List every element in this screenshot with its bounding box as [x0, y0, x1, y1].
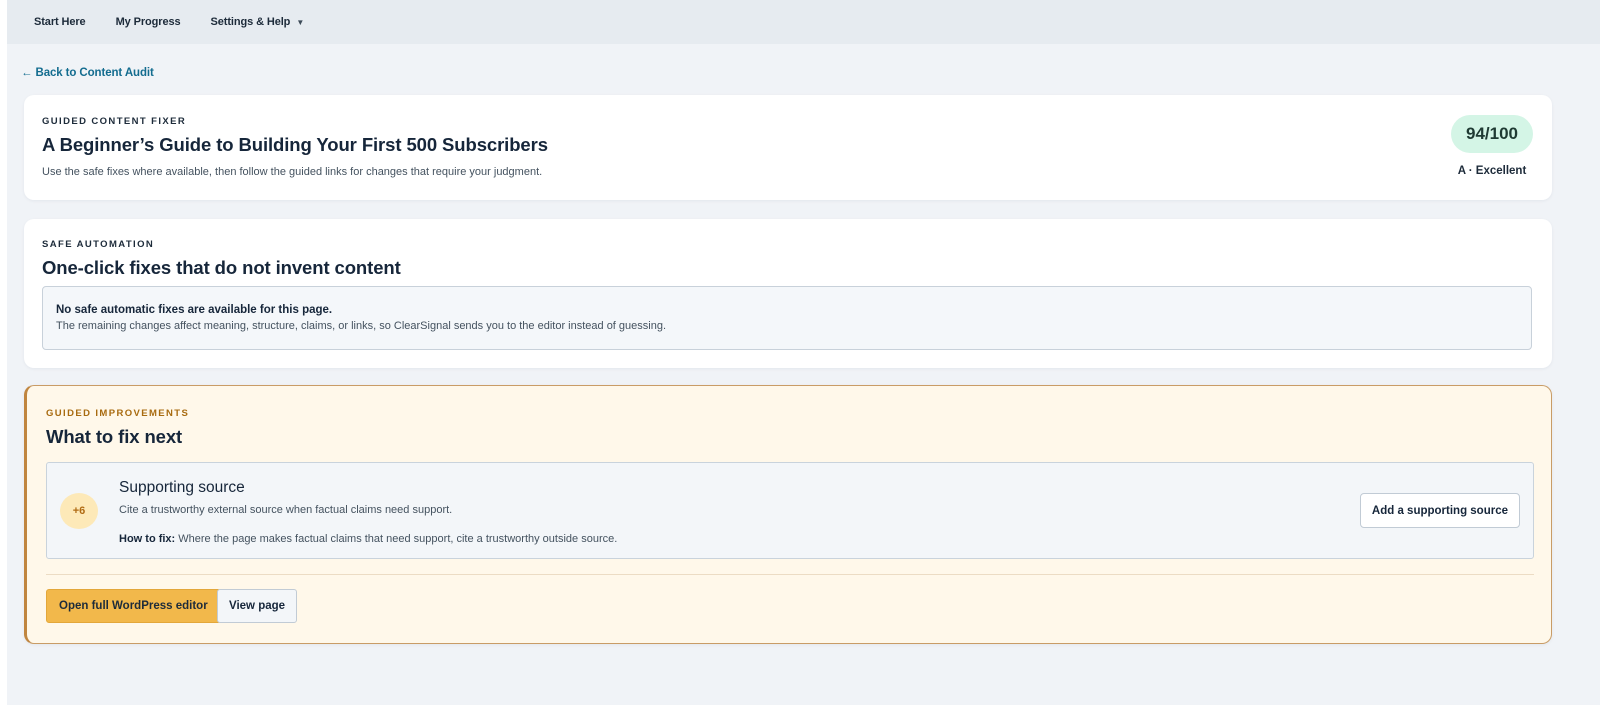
issue-supporting-source: +6 Supporting source Cite a trustworthy … — [46, 462, 1534, 559]
top-navigation: Start Here My Progress Settings & Help ▼ — [7, 0, 1600, 44]
notice-title: No safe automatic fixes are available fo… — [56, 304, 333, 316]
safe-automation-card: SAFE AUTOMATION One-click fixes that do … — [24, 219, 1552, 368]
issue-description: Cite a trustworthy external source when … — [119, 504, 453, 516]
nav-settings-help[interactable]: Settings & Help ▼ — [211, 16, 305, 28]
automation-eyebrow: SAFE AUTOMATION — [42, 239, 155, 250]
automation-title: One-click fixes that do not invent conte… — [42, 257, 401, 278]
nav-my-progress-label: My Progress — [115, 16, 181, 28]
notice-body: The remaining changes affect meaning, st… — [56, 320, 667, 332]
fixer-description: Use the safe fixes where available, then… — [42, 166, 543, 178]
grade-label: A · Excellent — [1457, 165, 1527, 177]
content-fixer-header-card: GUIDED CONTENT FIXER A Beginner’s Guide … — [24, 95, 1552, 200]
points-badge: +6 — [60, 493, 98, 529]
how-to-fix: How to fix: Where the page makes factual… — [119, 533, 617, 545]
open-wordpress-editor-button[interactable]: Open full WordPress editor — [46, 589, 221, 623]
improvements-title: What to fix next — [46, 426, 183, 447]
nav-settings-help-label: Settings & Help — [210, 16, 291, 28]
score-badge: 94/100 — [1451, 115, 1533, 153]
nav-start-here[interactable]: Start Here — [34, 16, 86, 28]
nav-my-progress[interactable]: My Progress — [116, 16, 181, 28]
left-edge — [0, 0, 7, 705]
how-to-fix-text: Where the page makes factual claims that… — [175, 533, 618, 545]
view-page-button[interactable]: View page — [217, 589, 298, 623]
add-supporting-source-button[interactable]: Add a supporting source — [1359, 493, 1520, 528]
issue-title: Supporting source — [119, 479, 245, 496]
no-fixes-notice: No safe automatic fixes are available fo… — [42, 286, 1532, 350]
back-to-content-audit-link[interactable]: ← Back to Content Audit — [21, 67, 154, 79]
chevron-down-icon: ▼ — [296, 17, 305, 27]
improvements-eyebrow: GUIDED IMPROVEMENTS — [46, 408, 190, 419]
how-to-fix-label: How to fix: — [119, 533, 176, 545]
guided-improvements-card: GUIDED IMPROVEMENTS What to fix next +6 … — [24, 385, 1552, 644]
divider — [46, 574, 1534, 575]
page-title: A Beginner’s Guide to Building Your Firs… — [42, 134, 548, 155]
fixer-eyebrow: GUIDED CONTENT FIXER — [42, 116, 187, 127]
nav-start-here-label: Start Here — [34, 16, 86, 28]
